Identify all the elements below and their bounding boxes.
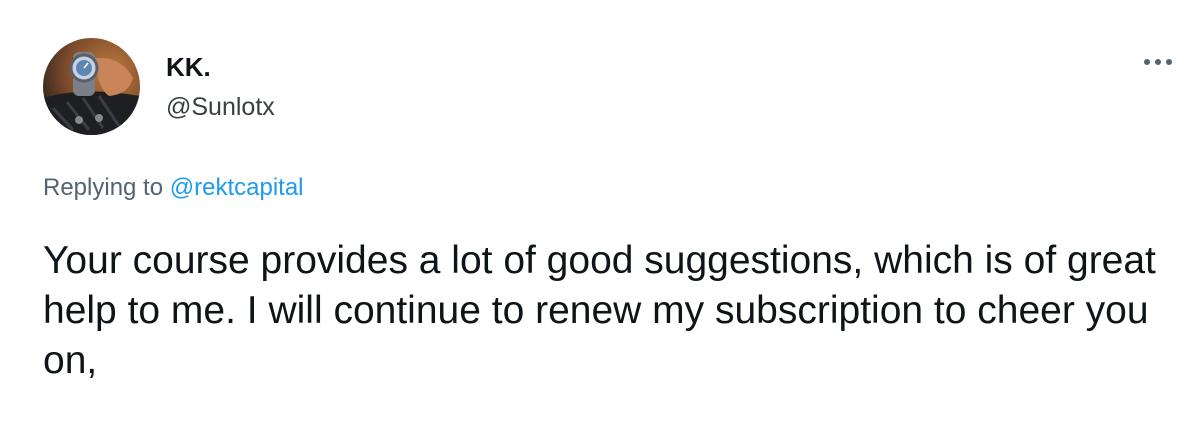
reply-mention-link[interactable]: @rektcapital — [170, 174, 304, 201]
author-handle[interactable]: @Sunlotx — [166, 92, 275, 122]
replying-to-label: Replying to — [43, 174, 164, 201]
author-avatar[interactable] — [43, 38, 140, 135]
more-options-button[interactable] — [1138, 50, 1178, 74]
more-dots-icon — [1144, 59, 1172, 65]
tweet-card: KK. @Sunlotx Replying to @rektcapital Yo… — [0, 0, 1200, 444]
author-display-name[interactable]: KK. — [166, 52, 211, 82]
avatar-photo-icon — [43, 38, 140, 135]
tweet-text: Your course provides a lot of good sugge… — [43, 239, 1156, 382]
replying-to: Replying to @rektcapital — [43, 173, 304, 203]
